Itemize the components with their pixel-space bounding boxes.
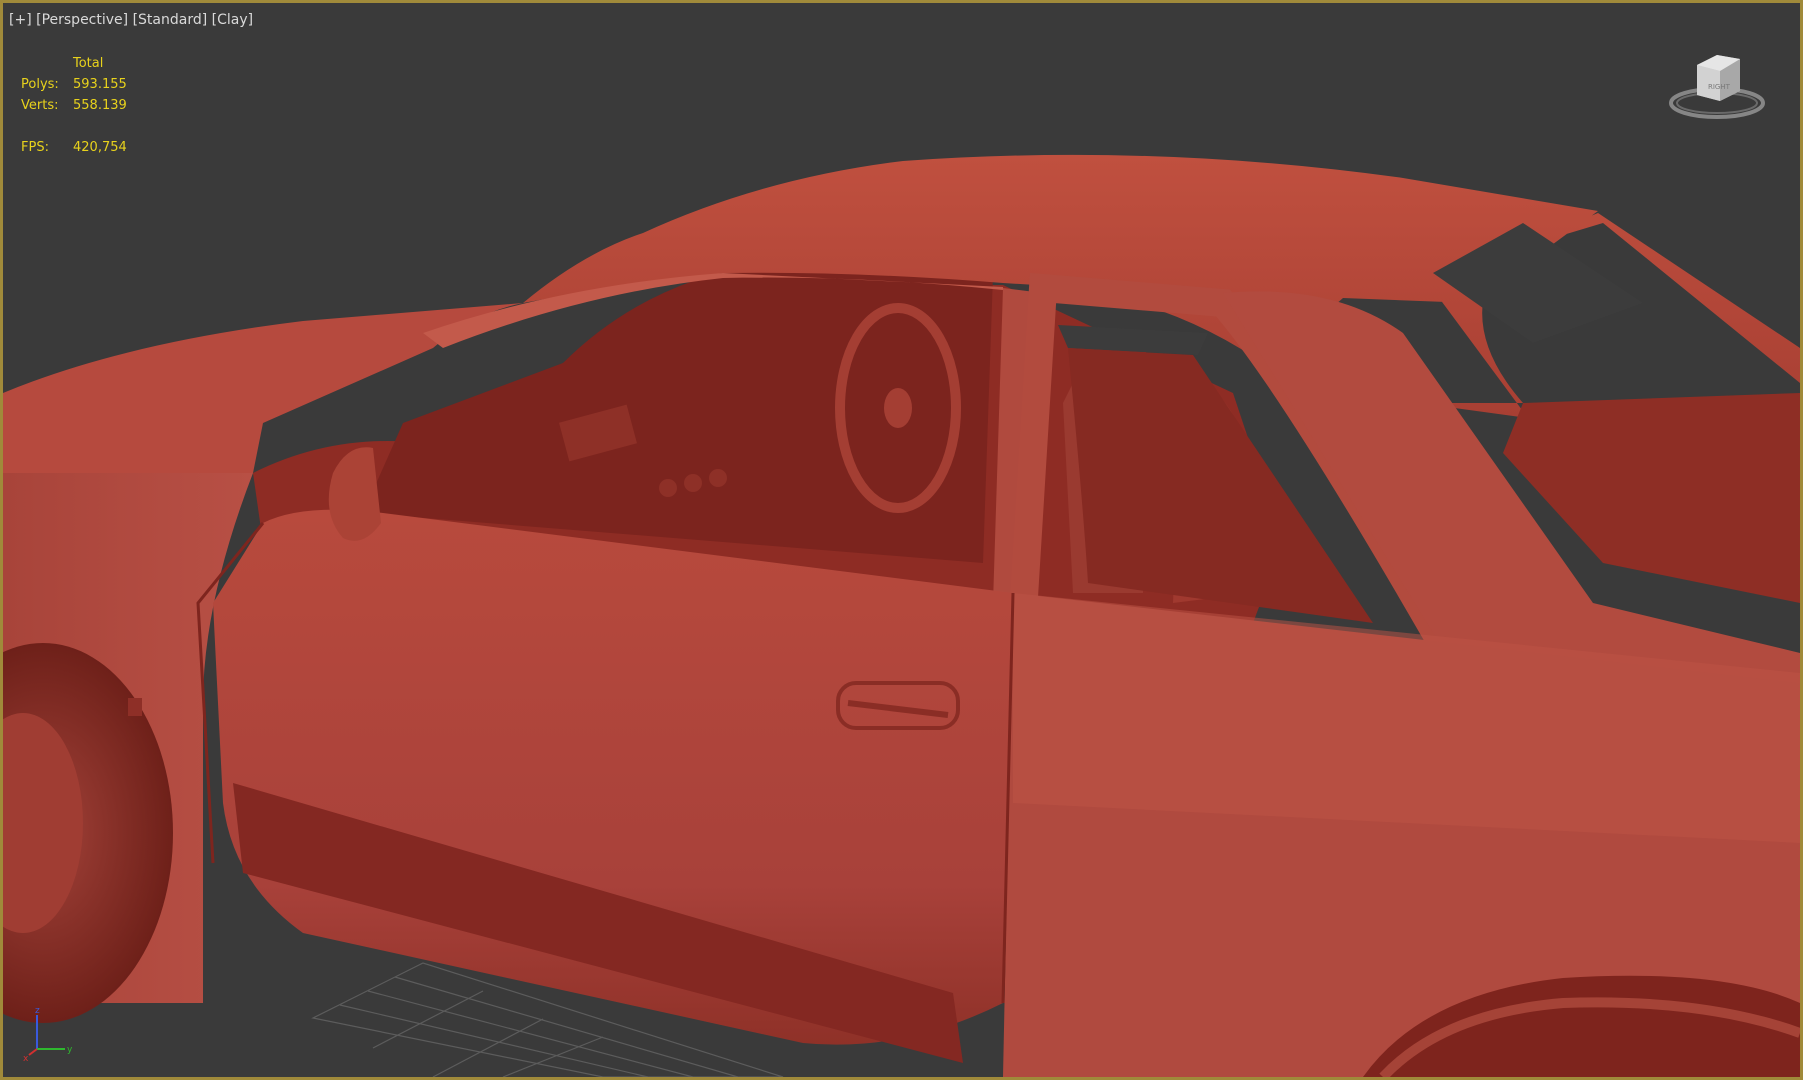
verts-value: 558.139	[73, 98, 127, 113]
viewport-label-menu[interactable]: [+] [Perspective] [Standard] [Clay]	[9, 12, 253, 28]
polys-label: Polys:	[21, 77, 59, 92]
viewport-view-menu[interactable]: [Perspective]	[36, 12, 128, 28]
viewport-perspective[interactable]: [+] [Perspective] [Standard] [Clay] Tota…	[0, 0, 1803, 1080]
fps-value: 420,754	[73, 140, 127, 155]
viewcube-face-label: RIGHT	[1708, 83, 1731, 91]
viewport-statistics: Total Polys: 593.155 Verts: 558.139 FPS: 42…	[21, 53, 127, 158]
verts-label: Verts:	[21, 98, 59, 113]
viewport-style-menu[interactable]: [Clay]	[212, 12, 253, 28]
viewport-plus-menu[interactable]: [+]	[9, 12, 32, 28]
viewport-shading-menu[interactable]: [Standard]	[133, 12, 208, 28]
axis-y-label: y	[67, 1045, 73, 1055]
axis-z-label: z	[35, 1006, 40, 1016]
stats-header: Total	[73, 56, 104, 71]
axis-tripod-icon: z y x	[23, 1006, 73, 1063]
axis-x-label: x	[23, 1054, 29, 1063]
polys-value: 593.155	[73, 77, 127, 92]
fps-label: FPS:	[21, 140, 49, 155]
viewcube-icon[interactable]: RIGHT	[1662, 45, 1772, 125]
car-model[interactable]	[3, 154, 1800, 1077]
scene-render[interactable]	[3, 3, 1800, 1077]
